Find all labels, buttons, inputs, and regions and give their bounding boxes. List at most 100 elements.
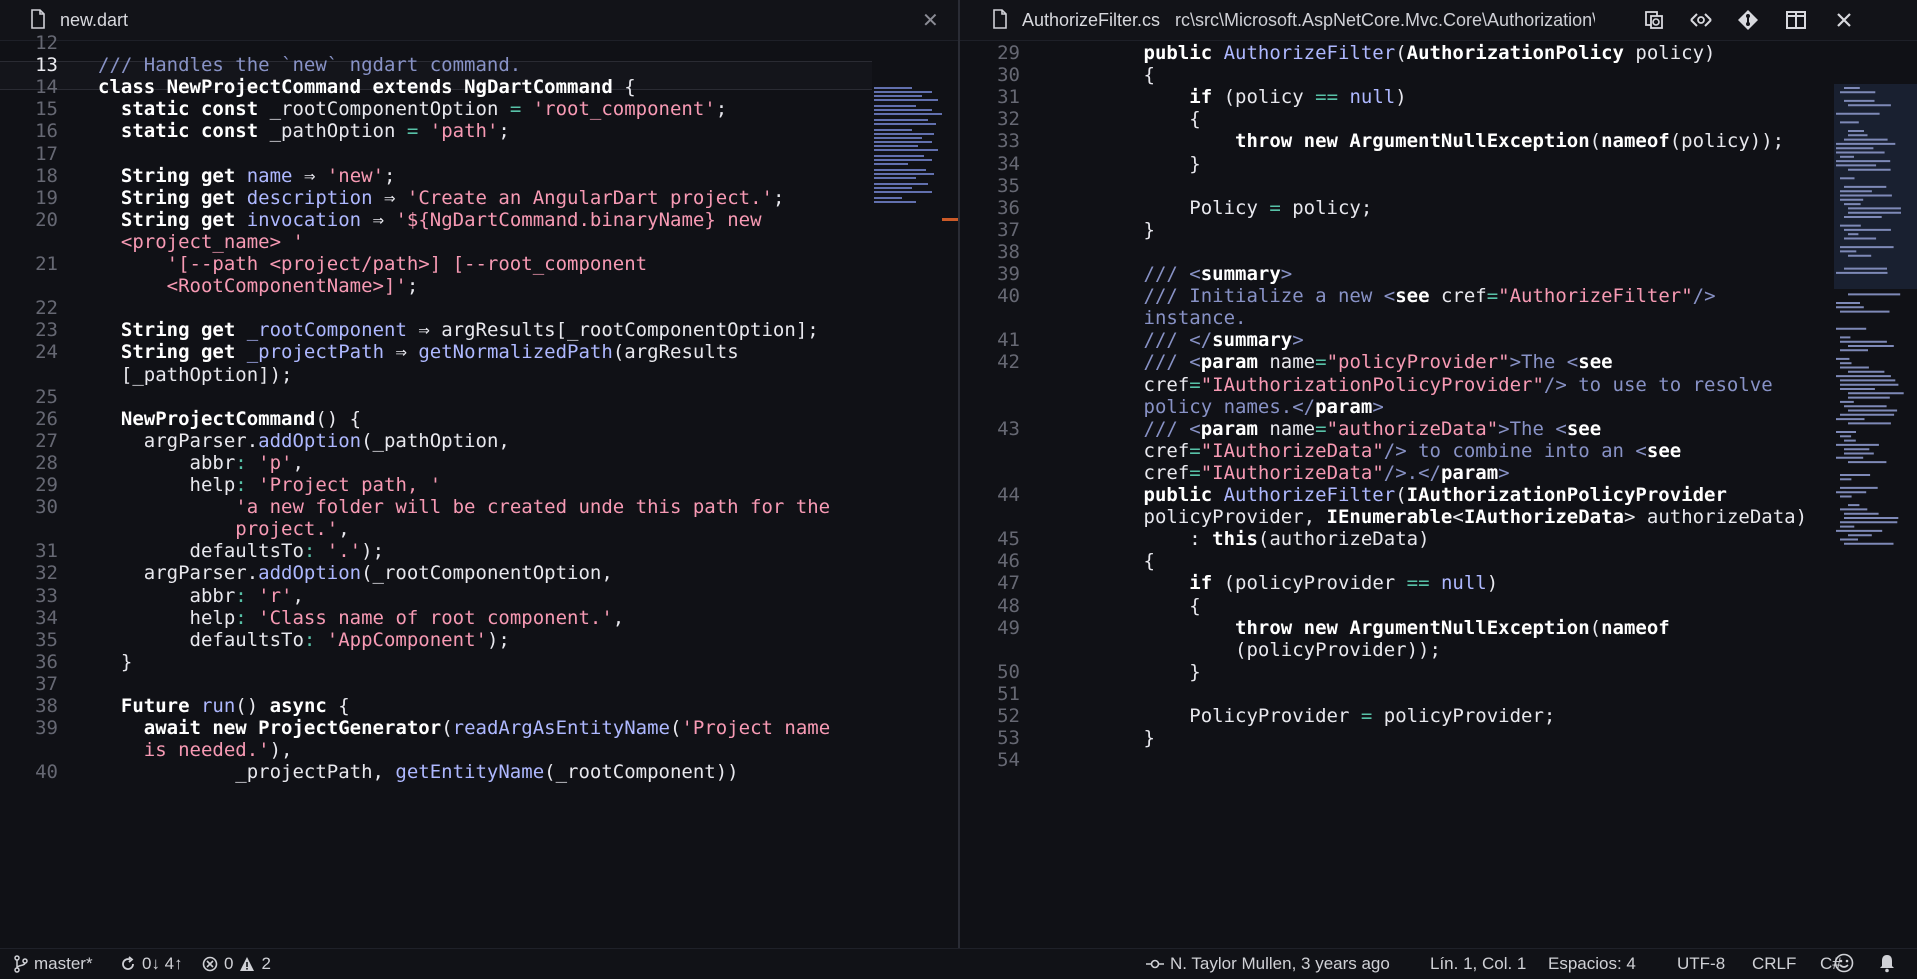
code-token: (authorizeData) (1257, 528, 1430, 551)
branch-indicator[interactable]: master* (14, 954, 93, 974)
tab-authorizefilter-cs[interactable]: AuthorizeFilter.cs (1022, 10, 1160, 31)
code-token: } (1052, 152, 1201, 175)
code-token: = (1189, 439, 1201, 462)
code-token: run (200, 695, 236, 717)
sync-status[interactable]: 0↓ 4↑ (120, 954, 183, 974)
error-icon (202, 956, 218, 972)
code-token: param (1315, 395, 1373, 418)
code-token: ( (1589, 130, 1602, 153)
code-text: _projectPath, getEntityName(_rootCompone… (98, 759, 738, 786)
code-token: } (98, 650, 133, 673)
code-token: "IAuthorizationPolicyProvider" (1200, 373, 1544, 396)
sync-icon (122, 956, 134, 970)
line-ending[interactable]: CRLF (1752, 954, 1796, 974)
right-code-editor[interactable]: 29 public AuthorizeFilter(AuthorizationP… (960, 40, 1917, 948)
code-token: ; (715, 98, 728, 121)
encoding[interactable]: UTF-8 (1677, 954, 1725, 974)
close-icon[interactable] (1830, 6, 1858, 34)
breadcrumb[interactable]: rc\src\Microsoft.AspNetCore.Mvc.Core\Aut… (1175, 10, 1595, 31)
code-token: (_pathOption, (361, 429, 510, 452)
code-token: "authorizeData" (1326, 417, 1499, 440)
code-token: is needed.' (143, 739, 270, 762)
git-compare-icon[interactable] (1734, 6, 1762, 34)
indentation-text: Espacios: 4 (1548, 954, 1636, 973)
left-code-editor[interactable]: 12 13/// Handles the `new` ngdart command… (0, 32, 958, 948)
code-token: { (1052, 64, 1155, 87)
code-token: : (303, 540, 327, 563)
code-token: argParser. (98, 429, 259, 452)
code-token: : (1052, 528, 1213, 551)
code-token: 'p' (258, 451, 293, 474)
code-token: abbr (98, 584, 236, 607)
copy-path-icon[interactable] (1640, 6, 1668, 34)
code-token: AuthorizeFilter (1223, 42, 1396, 64)
code-token: ⇒ argResults[_rootComponentOption]; (418, 319, 819, 342)
bell-icon[interactable] (1878, 953, 1896, 978)
code-line[interactable]: 40 _projectPath, getEntityName(_rootComp… (0, 759, 958, 786)
code-token: addOption (258, 562, 362, 585)
code-token: /> (1692, 285, 1716, 308)
problems-status[interactable]: 0 2 (202, 954, 271, 974)
code-token: } (1052, 218, 1155, 241)
code-token: 'Class name of root component.' (258, 606, 613, 629)
code-token: 'root_component' (532, 98, 716, 121)
code-token: "IAuthorizeData" (1200, 439, 1384, 462)
indentation[interactable]: Espacios: 4 (1548, 954, 1636, 974)
code-token: see (1646, 439, 1682, 462)
code-token: throw new (1235, 130, 1350, 153)
code-token: cref (1052, 461, 1190, 484)
git-blame[interactable]: N. Taylor Mullen, 3 years ago (1146, 954, 1390, 974)
file-icon (992, 9, 1008, 29)
code-token: invocation (246, 208, 373, 231)
code-token: PolicyProvider (1052, 705, 1361, 727)
code-token: class (98, 76, 167, 99)
code-token: 'Create an AngularDart project.' (406, 186, 773, 209)
diff-icon[interactable] (1687, 6, 1715, 34)
encoding-text: UTF-8 (1677, 954, 1726, 973)
code-token: ); (361, 540, 385, 563)
code-token: ProjectGenerator (258, 717, 442, 740)
code-token: , (338, 518, 350, 541)
split-editor-icon[interactable] (1782, 6, 1810, 34)
code-token: ) (1486, 572, 1499, 595)
code-token: : (235, 451, 259, 474)
code-token: { (1052, 108, 1201, 131)
code-token: this (1212, 528, 1258, 551)
code-token: /// </ (1143, 329, 1213, 352)
code-token: > (1280, 263, 1293, 285)
code-token: null (1349, 86, 1396, 109)
minimap[interactable] (1834, 84, 1917, 554)
close-icon[interactable]: ✕ (922, 8, 939, 32)
code-token: readArgAsEntityName (452, 717, 670, 740)
code-token: param (1200, 351, 1270, 374)
code-token: project.' (235, 518, 339, 541)
code-token: await new (143, 717, 259, 740)
warning-icon (240, 957, 255, 971)
code-token: 'Project path, ' (258, 474, 442, 496)
code-token: (policy)); (1669, 130, 1785, 153)
code-line[interactable]: 54 (960, 747, 1917, 774)
code-token: static const (120, 98, 270, 121)
cursor-position[interactable]: Lín. 1, Col. 1 (1430, 954, 1526, 974)
right-tab-bar: AuthorizeFilter.cs rc\src\Microsoft.AspN… (960, 0, 1917, 41)
feedback-icon[interactable] (1834, 953, 1854, 978)
code-token: == (1406, 572, 1441, 595)
code-token: ); (486, 628, 510, 651)
minimap[interactable] (872, 84, 958, 234)
code-token: param (1440, 461, 1499, 484)
code-token: ArgumentNullException (1349, 130, 1590, 153)
code-token: get (200, 164, 247, 187)
code-token: ArgumentNullException (1349, 616, 1590, 639)
code-token: NewProjectCommand (166, 76, 373, 99)
code-token: 'new' (326, 164, 385, 187)
